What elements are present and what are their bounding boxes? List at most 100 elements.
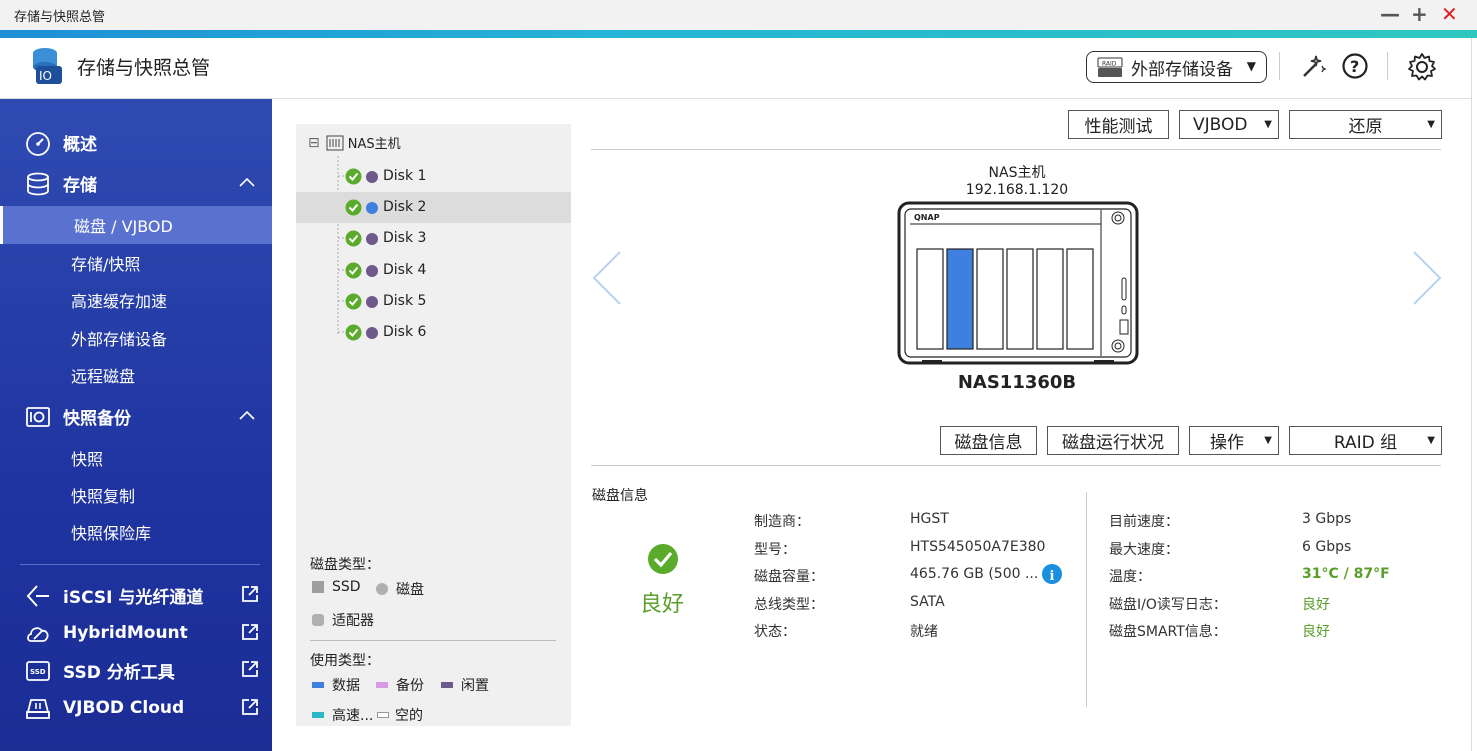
- raid-icon: RAID: [1097, 57, 1123, 77]
- empty-swatch: [377, 712, 389, 718]
- disk-info-button[interactable]: 磁盘信息: [940, 426, 1037, 455]
- snapshot-icon: [26, 407, 50, 427]
- legend-divider: [310, 640, 556, 641]
- check-icon: [345, 293, 362, 310]
- tree-disk-row[interactable]: Disk 3: [296, 223, 571, 254]
- tree-disk-row[interactable]: Disk 5: [296, 286, 571, 317]
- sidebar-item-snapshot-vault[interactable]: 快照保险库: [0, 513, 272, 551]
- operation-dropdown[interactable]: 操作 ▼: [1189, 426, 1279, 455]
- minimize-button[interactable]: —: [1380, 3, 1400, 25]
- check-icon: [345, 199, 362, 216]
- info-icon[interactable]: i: [1041, 563, 1063, 585]
- hdd-swatch: [376, 583, 388, 595]
- sidebar-item-snapshots[interactable]: 快照: [0, 439, 272, 477]
- info-key: 总线类型：: [754, 596, 824, 613]
- sidebar-link-ssd-profiling[interactable]: SSD SSD 分析工具: [0, 651, 272, 689]
- header-divider-2: [1387, 52, 1388, 80]
- sidebar-link-label: iSCSI 与光纤通道: [63, 587, 204, 608]
- window-titlebar: 存储与快照总管 — + ✕: [0, 0, 1477, 30]
- sidebar-item-external-storage[interactable]: 外部存储设备: [0, 319, 272, 357]
- vjbod-dropdown[interactable]: VJBOD ▼: [1179, 110, 1279, 139]
- tree-disk-row[interactable]: Disk 1: [296, 161, 571, 192]
- nas-name: NAS主机: [988, 165, 1046, 181]
- legend-cache: 高速...: [312, 705, 373, 725]
- usage-dot: [366, 171, 378, 183]
- sidebar-link-vjbod-cloud[interactable]: VJBOD Cloud: [0, 689, 272, 727]
- cache-swatch: [312, 712, 324, 718]
- disk-tree-panel: ⊟ NAS主机 Disk 1 Disk 2 Disk 3 Disk 4 Disk 5 Di…: [296, 124, 571, 726]
- info-value: 31°C / 87°F: [1302, 566, 1390, 582]
- close-button[interactable]: ✕: [1441, 3, 1458, 25]
- iscsi-icon: [26, 585, 49, 607]
- chevron-up-icon[interactable]: [238, 174, 256, 192]
- next-arrow-icon[interactable]: [1410, 250, 1444, 306]
- sidebar-label: 磁盘 / VJBOD: [74, 217, 173, 236]
- legend-free: 闲置: [441, 675, 489, 695]
- maximize-button[interactable]: +: [1411, 3, 1428, 25]
- restore-dropdown[interactable]: 还原 ▼: [1289, 110, 1442, 139]
- drive-slot[interactable]: [1036, 248, 1064, 350]
- tree-disk-row[interactable]: Disk 6: [296, 317, 571, 348]
- disk-label: Disk 2: [383, 199, 427, 216]
- info-key: 温度：: [1109, 569, 1151, 585]
- sidebar-item-cache[interactable]: 高速缓存加速: [0, 281, 272, 319]
- disk-type-title: 磁盘类型：: [310, 557, 380, 573]
- disk-label: Disk 1: [383, 168, 427, 184]
- info-key: 最大速度：: [1109, 541, 1179, 558]
- help-icon[interactable]: ?: [1341, 52, 1369, 80]
- sidebar-link-label: VJBOD Cloud: [63, 698, 185, 718]
- external-link-icon: [242, 661, 258, 677]
- drive-slot[interactable]: [916, 248, 944, 350]
- drive-slot[interactable]: [976, 248, 1004, 350]
- drive-slot[interactable]: [946, 248, 974, 350]
- chevron-up-icon[interactable]: [238, 407, 256, 425]
- magic-wand-icon[interactable]: [1300, 52, 1328, 80]
- drive-slot[interactable]: [1066, 248, 1094, 350]
- disk-label: Disk 4: [383, 261, 427, 278]
- sidebar-link-hybridmount[interactable]: HybridMount: [0, 614, 272, 652]
- dashboard-icon: [26, 132, 50, 156]
- sidebar-item-storage[interactable]: 存储: [0, 164, 272, 202]
- tree-disk-row[interactable]: Disk 2: [296, 192, 571, 224]
- adapter-swatch: [312, 614, 324, 626]
- drive-slot[interactable]: [1006, 248, 1034, 350]
- legend-label: 适配器: [332, 613, 374, 629]
- gear-icon[interactable]: [1407, 52, 1437, 82]
- database-icon: [27, 172, 49, 196]
- legend-label: 磁盘: [396, 582, 424, 598]
- button-label: 性能测试: [1084, 117, 1153, 137]
- sidebar-label-storage: 存储: [63, 175, 97, 196]
- sidebar-item-storage-snapshot[interactable]: 存储/快照: [0, 244, 272, 282]
- sidebar-item-overview[interactable]: 概述: [0, 123, 272, 161]
- disk-health-button[interactable]: 磁盘运行状况: [1047, 426, 1179, 455]
- usage-dot: [366, 264, 378, 277]
- check-icon: [345, 262, 362, 279]
- sidebar-item-snapshot-replica[interactable]: 快照复制: [0, 476, 272, 514]
- svg-text:IO: IO: [39, 69, 52, 83]
- tree-disk-row[interactable]: Disk 4: [296, 255, 571, 286]
- disk-status-label: 良好: [640, 592, 685, 617]
- usage-dot: [366, 233, 378, 246]
- vjbod-cloud-icon: [26, 699, 50, 719]
- external-device-dropdown[interactable]: RAID 外部存储设备 ▼: [1086, 51, 1267, 83]
- sidebar-link-iscsi[interactable]: iSCSI 与光纤通道: [0, 576, 272, 614]
- data-swatch: [312, 682, 324, 688]
- info-value: SATA: [910, 593, 945, 610]
- accent-bar: [0, 30, 1477, 38]
- ssd-swatch: [312, 581, 324, 593]
- header-divider: [1279, 52, 1280, 80]
- free-swatch: [441, 682, 453, 688]
- sidebar-item-remote-disk[interactable]: 远程磁盘: [0, 356, 272, 394]
- sidebar-item-snapshot-backup[interactable]: 快照备份: [0, 397, 272, 435]
- check-icon: [345, 230, 362, 247]
- disk-label: Disk 6: [383, 324, 427, 340]
- button-label: 磁盘运行状况: [1062, 433, 1164, 453]
- cloud-mount-icon: [27, 627, 49, 642]
- info-key: 制造商：: [754, 514, 810, 530]
- previous-arrow-icon[interactable]: [590, 250, 624, 306]
- legend-label: 备份: [396, 678, 424, 694]
- raid-group-dropdown[interactable]: RAID 组 ▼: [1289, 426, 1442, 455]
- nas-ip: 192.168.1.120: [965, 182, 1069, 198]
- sidebar-item-disk-vjbod[interactable]: 磁盘 / VJBOD: [0, 206, 272, 244]
- performance-test-button[interactable]: 性能测试: [1068, 110, 1169, 139]
